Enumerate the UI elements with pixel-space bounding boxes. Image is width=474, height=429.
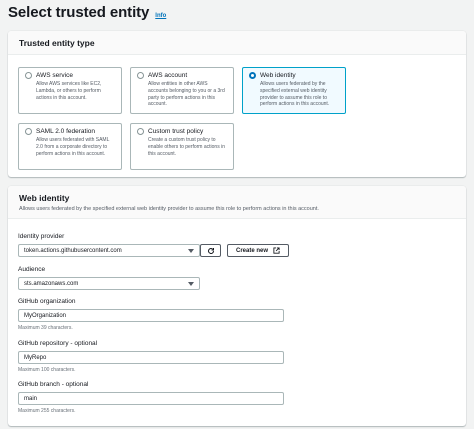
tile-custom-trust-policy[interactable]: Custom trust policy Create a custom trus… <box>130 123 234 170</box>
github-organization-constraint: Maximum 39 characters. <box>18 325 73 331</box>
panel-title: Web identity <box>19 193 70 203</box>
github-repository-input[interactable]: MyRepo <box>18 351 284 364</box>
tile-description: Allow AWS services like EC2, Lambda, or … <box>36 81 102 101</box>
github-organization-label: GitHub organization <box>18 298 76 305</box>
github-repository-value: MyRepo <box>24 354 47 361</box>
github-organization-value: MyOrganization <box>24 312 67 319</box>
tile-label: Custom trust policy <box>148 128 204 135</box>
trusted-entity-type-panel: Trusted entity type AWS service Allow AW… <box>8 31 466 177</box>
tile-description: Allows users federated by the specified … <box>260 81 330 108</box>
identity-provider-select[interactable]: token.actions.githubusercontent.com <box>18 244 200 257</box>
web-identity-panel: Web identity Allows users federated by t… <box>8 186 466 426</box>
tile-label: Web identity <box>260 72 296 79</box>
github-branch-input[interactable]: main <box>18 392 284 405</box>
tile-web-identity[interactable]: Web identity Allows users federated by t… <box>242 67 346 114</box>
panel-header: Trusted entity type <box>8 31 466 55</box>
caret-down-icon <box>188 281 194 286</box>
github-branch-field: GitHub branch - optional main Maximum 25… <box>18 381 284 414</box>
github-repository-field: GitHub repository - optional MyRepo Maxi… <box>18 340 284 373</box>
radio-aws-account[interactable] <box>137 72 144 79</box>
identity-provider-field: Identity provider token.actions.githubus… <box>18 233 200 257</box>
tile-aws-account[interactable]: AWS account Allow entities in other AWS … <box>130 67 234 114</box>
github-branch-constraint: Maximum 255 characters. <box>18 408 76 414</box>
tile-description: Create a custom trust policy to enable o… <box>148 137 225 157</box>
page-title: Select trusted entity <box>8 4 150 21</box>
create-new-button[interactable]: Create new <box>227 244 289 257</box>
tile-saml-federation[interactable]: SAML 2.0 federation Allow users federate… <box>18 123 122 170</box>
github-repository-constraint: Maximum 100 characters. <box>18 367 76 373</box>
tile-description: Allow users federated with SAML 2.0 from… <box>36 137 110 157</box>
refresh-icon <box>207 247 215 255</box>
panel-title: Trusted entity type <box>19 38 95 48</box>
caret-down-icon <box>188 248 194 253</box>
audience-field: Audience sts.amazonaws.com <box>18 266 200 290</box>
radio-saml-federation[interactable] <box>25 128 32 135</box>
github-organization-input[interactable]: MyOrganization <box>18 309 284 322</box>
radio-web-identity[interactable] <box>249 72 256 79</box>
github-organization-field: GitHub organization MyOrganization Maxim… <box>18 298 284 331</box>
external-link-icon <box>273 247 280 254</box>
create-new-label: Create new <box>235 247 268 254</box>
tile-description: Allow entities in other AWS accounts bel… <box>148 81 225 108</box>
tile-label: AWS account <box>148 72 188 79</box>
panel-description: Allows users federated by the specified … <box>19 206 319 212</box>
info-link[interactable]: Info <box>155 13 166 19</box>
page-header: Select trusted entity Info <box>8 4 166 26</box>
tile-label: SAML 2.0 federation <box>36 128 96 135</box>
radio-custom-trust-policy[interactable] <box>137 128 144 135</box>
audience-select[interactable]: sts.amazonaws.com <box>18 277 200 290</box>
github-branch-value: main <box>24 395 38 402</box>
refresh-button[interactable] <box>200 244 221 257</box>
radio-aws-service[interactable] <box>25 72 32 79</box>
identity-provider-label: Identity provider <box>18 233 65 240</box>
github-branch-label: GitHub branch - optional <box>18 381 89 388</box>
identity-provider-value: token.actions.githubusercontent.com <box>24 247 122 254</box>
audience-label: Audience <box>18 266 46 273</box>
audience-value: sts.amazonaws.com <box>24 280 79 287</box>
github-repository-label: GitHub repository - optional <box>18 340 98 347</box>
panel-header: Web identity Allows users federated by t… <box>8 186 466 219</box>
tile-label: AWS service <box>36 72 73 79</box>
tile-aws-service[interactable]: AWS service Allow AWS services like EC2,… <box>18 67 122 114</box>
